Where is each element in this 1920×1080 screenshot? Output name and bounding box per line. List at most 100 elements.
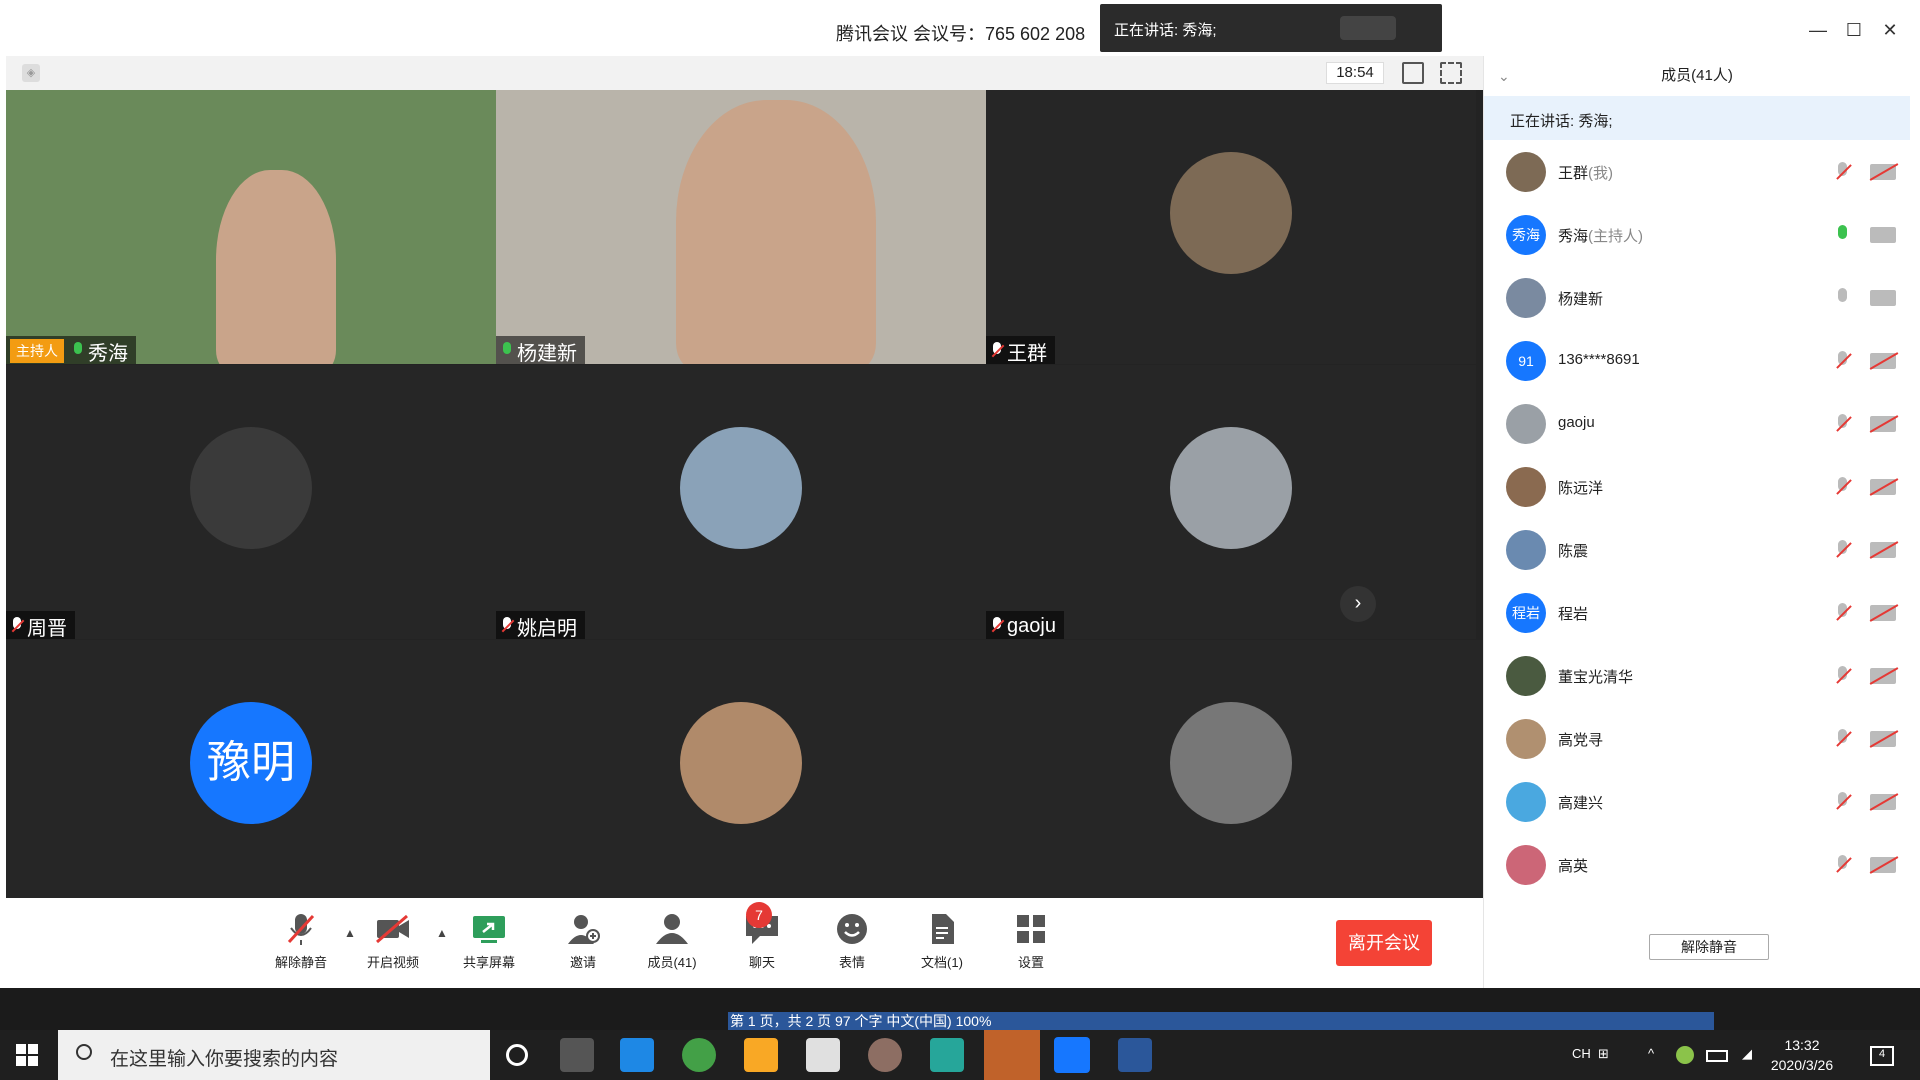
member-row[interactable]: 91 136****8691	[1484, 329, 1911, 392]
member-row[interactable]: 陈远洋	[1484, 455, 1911, 518]
mic-muted-icon[interactable]	[1834, 729, 1850, 751]
mic-muted-icon[interactable]	[1834, 540, 1850, 562]
minimize-icon[interactable]: —	[1808, 20, 1828, 40]
unmute-button[interactable]: 解除静音	[261, 912, 341, 971]
mic-muted-icon[interactable]	[1834, 351, 1850, 373]
mic-muted-icon[interactable]	[1834, 603, 1850, 625]
browser-icon[interactable]	[682, 1038, 716, 1072]
video-tile[interactable]: gaoju	[986, 365, 1476, 639]
member-avatar: 程岩	[1506, 593, 1546, 633]
next-page-arrow-icon[interactable]: ›	[1340, 586, 1376, 622]
member-avatar	[1506, 719, 1546, 759]
settings-button[interactable]: 设置	[991, 912, 1071, 971]
video-tile[interactable]: 豫明	[6, 640, 496, 914]
maximize-icon[interactable]: ☐	[1844, 20, 1864, 40]
task-view-icon[interactable]	[560, 1038, 594, 1072]
member-row[interactable]: 程岩 程岩	[1484, 581, 1911, 644]
video-tile[interactable]: 主持人 秀海	[6, 90, 496, 364]
member-role: (我)	[1588, 165, 1614, 182]
network-icon[interactable]: ◢	[1742, 1046, 1752, 1062]
windows-start-icon[interactable]	[16, 1044, 38, 1066]
mic-muted-icon[interactable]	[1834, 666, 1850, 688]
taskbar-search-input[interactable]: 在这里输入你要搜索的内容	[58, 1030, 490, 1080]
mic-icon[interactable]	[1834, 225, 1850, 247]
edge-icon[interactable]	[620, 1038, 654, 1072]
participant-name: 周晋	[27, 617, 67, 640]
invite-button[interactable]: 邀请	[543, 912, 623, 971]
fullscreen-icon[interactable]	[1440, 62, 1462, 84]
tencent-meeting-icon[interactable]	[1054, 1037, 1090, 1073]
shield-icon[interactable]: ◈	[22, 64, 40, 82]
video-tile[interactable]	[986, 640, 1483, 914]
docs-button[interactable]: 文档(1)	[902, 912, 982, 971]
camera-off-icon[interactable]	[1870, 794, 1896, 810]
mic-muted-icon[interactable]	[1834, 792, 1850, 814]
close-icon[interactable]: ✕	[1880, 20, 1900, 40]
layout-icon[interactable]	[1402, 62, 1424, 84]
camera-off-icon[interactable]	[1870, 479, 1896, 495]
participant-name: 姚启明	[517, 617, 577, 640]
member-row[interactable]: 高英	[1484, 833, 1911, 896]
camera-off-icon[interactable]	[1870, 731, 1896, 747]
mic-muted-icon[interactable]	[1834, 162, 1850, 184]
paint-icon[interactable]	[868, 1038, 902, 1072]
member-row[interactable]: 杨建新	[1484, 266, 1911, 329]
member-name: 136****8691	[1558, 351, 1640, 368]
show-hidden-icons-icon[interactable]: ^	[1648, 1046, 1654, 1061]
taskbar-clock[interactable]: 13:32 2020/3/26	[1760, 1035, 1844, 1075]
media-player-icon[interactable]	[930, 1038, 964, 1072]
video-tile[interactable]: 周晋	[6, 365, 496, 639]
member-row[interactable]: 董宝光清华	[1484, 644, 1911, 707]
member-row[interactable]: 高建兴	[1484, 770, 1911, 833]
member-row[interactable]: 陈震	[1484, 518, 1911, 581]
file-explorer-icon[interactable]	[744, 1038, 778, 1072]
ime-icon[interactable]: ⊞	[1598, 1046, 1609, 1062]
video-tile[interactable]: 杨建新	[496, 90, 986, 364]
video-options-caret-icon[interactable]: ▲	[436, 926, 448, 940]
mic-muted-icon[interactable]	[1834, 477, 1850, 499]
member-row[interactable]: 秀海 秀海(主持人)	[1484, 203, 1911, 266]
share-screen-button[interactable]: 共享屏幕	[449, 912, 529, 971]
camera-off-icon[interactable]	[1870, 542, 1896, 558]
word-icon[interactable]	[1118, 1038, 1152, 1072]
camera-off-icon[interactable]	[1870, 857, 1896, 873]
members-panel-title: 成员(41人)	[1661, 67, 1733, 84]
camera-icon[interactable]	[1870, 227, 1896, 243]
settings-label: 设置	[1017, 955, 1044, 970]
start-video-button[interactable]: 开启视频	[353, 912, 433, 971]
participant-name: 王群	[1007, 342, 1047, 365]
chat-button[interactable]: 7 聊天	[722, 902, 802, 971]
member-row[interactable]: 王群(我)	[1484, 140, 1911, 203]
members-panel: ⌄ 成员(41人) 正在讲话: 秀海; 王群(我) 秀海 秀海(主持人) 杨建新 91 1…	[1483, 56, 1910, 988]
member-row[interactable]: 高党寻	[1484, 707, 1911, 770]
mic-muted-icon[interactable]	[1834, 414, 1850, 436]
participant-video-feed	[676, 100, 876, 364]
collapse-chevron-icon[interactable]: ⌄	[1498, 56, 1510, 96]
camera-icon[interactable]	[1870, 290, 1896, 306]
tray-app-icon[interactable]	[1676, 1046, 1694, 1064]
share-screen-label: 共享屏幕	[462, 955, 515, 970]
cortana-icon[interactable]	[506, 1044, 528, 1066]
unmute-all-button[interactable]: 解除静音	[1649, 934, 1769, 960]
camera-off-icon[interactable]	[1870, 668, 1896, 684]
participant-avatar: 豫明	[190, 702, 312, 824]
emoji-button[interactable]: 表情	[812, 912, 892, 971]
mic-icon[interactable]	[1834, 288, 1850, 310]
store-icon[interactable]	[806, 1038, 840, 1072]
video-tile[interactable]: 王群	[986, 90, 1476, 364]
battery-icon[interactable]	[1706, 1050, 1728, 1062]
member-name-text: 董宝光清华	[1558, 669, 1634, 686]
camera-off-icon[interactable]	[1870, 416, 1896, 432]
input-language[interactable]: CH	[1572, 1046, 1591, 1061]
leave-meeting-button[interactable]: 离开会议	[1336, 920, 1432, 966]
video-tile[interactable]	[496, 640, 986, 914]
video-tile[interactable]: 姚启明	[496, 365, 986, 639]
wechat-icon[interactable]	[984, 1030, 1040, 1080]
notification-center-icon[interactable]: 4	[1870, 1046, 1894, 1066]
camera-off-icon[interactable]	[1870, 353, 1896, 369]
mic-muted-icon[interactable]	[1834, 855, 1850, 877]
members-button[interactable]: 成员(41)	[632, 912, 712, 971]
camera-off-icon[interactable]	[1870, 164, 1896, 180]
camera-off-icon[interactable]	[1870, 605, 1896, 621]
member-row[interactable]: gaoju	[1484, 392, 1911, 455]
